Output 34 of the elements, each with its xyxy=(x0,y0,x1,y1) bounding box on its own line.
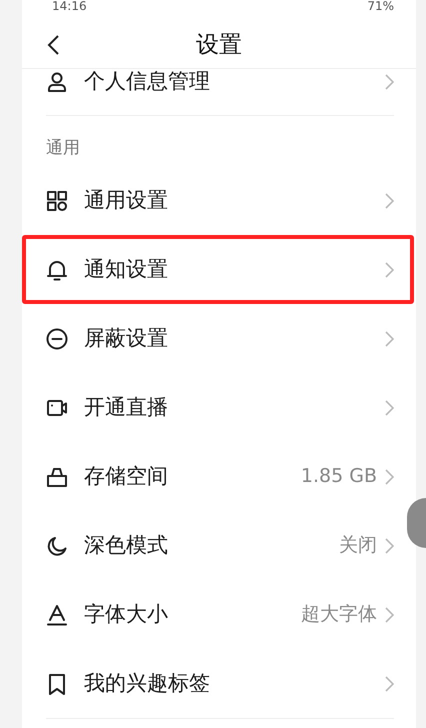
status-time: 14:16 xyxy=(52,0,87,12)
battery-level: 71% xyxy=(367,0,394,12)
chevron-icon xyxy=(385,330,394,346)
chevron-icon xyxy=(385,468,394,484)
grid-icon xyxy=(46,190,68,212)
settings-item[interactable]: 屏蔽设置 xyxy=(22,304,406,373)
chevron-icon xyxy=(385,192,394,208)
moon-icon xyxy=(46,534,68,556)
bookmark-icon xyxy=(46,672,68,694)
settings-item[interactable]: 通知设置 xyxy=(22,235,414,304)
settings-item[interactable]: 字体大小 超大字体 xyxy=(22,580,406,649)
chevron-icon xyxy=(385,606,394,622)
chevron-icon xyxy=(385,538,394,554)
settings-item[interactable]: 深色模式 关闭 xyxy=(22,511,406,580)
basket-icon xyxy=(46,466,68,488)
person-icon xyxy=(46,71,68,93)
settings-item[interactable]: 开通直播 xyxy=(22,373,406,442)
setting-value: 1.85 GB xyxy=(300,464,377,490)
chevron-icon xyxy=(385,676,394,692)
setting-value: 超大字体 xyxy=(301,602,377,628)
settings-item[interactable]: 存储空间 1.85 GB xyxy=(22,442,406,511)
settings-item[interactable]: 个人信息管理 xyxy=(22,69,406,115)
settings-item[interactable]: 通用设置 xyxy=(22,166,406,235)
minus-circle-icon xyxy=(46,328,68,350)
chevron-icon xyxy=(385,74,394,90)
font-size-icon xyxy=(46,604,68,626)
page-title: 设置 xyxy=(196,30,242,60)
chevron-icon xyxy=(385,400,394,416)
setting-value: 关闭 xyxy=(339,533,377,558)
chevron-icon xyxy=(385,262,394,278)
settings-item[interactable]: 我的兴趣标签 xyxy=(22,649,406,718)
bell-icon xyxy=(46,258,68,280)
section-title: 通用 xyxy=(45,137,81,160)
back-icon[interactable] xyxy=(46,34,60,56)
